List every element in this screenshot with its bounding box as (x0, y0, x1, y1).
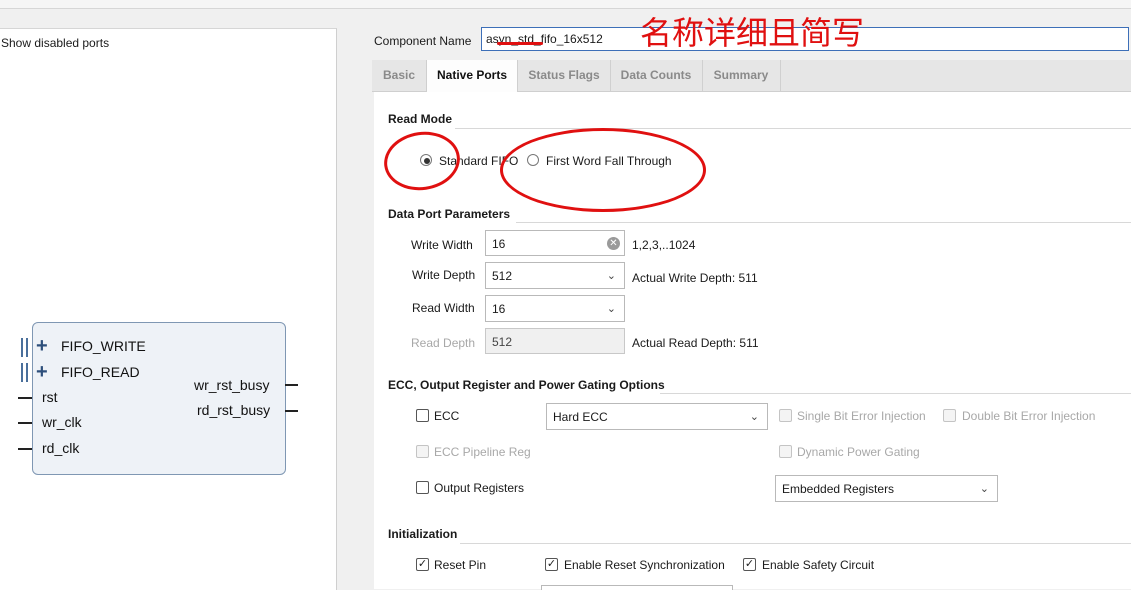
ecc-section-title: ECC, Output Register and Power Gating Op… (388, 378, 665, 392)
reset-sync-label[interactable]: Enable Reset Synchronization (564, 558, 725, 572)
write-width-label: Write Width (411, 238, 473, 252)
chevron-down-icon: ⌄ (749, 411, 759, 423)
write-depth-value: 512 (492, 269, 513, 283)
pin-line (18, 397, 32, 399)
divider (455, 128, 1131, 129)
tab-native-ports[interactable]: Native Ports (426, 60, 518, 92)
read-width-select[interactable]: 16 ⌄ (485, 295, 625, 322)
write-width-hint: 1,2,3,..1024 (632, 238, 696, 252)
double-bit-checkbox (943, 409, 956, 422)
safety-circuit-checkbox[interactable]: ✓ (743, 558, 756, 571)
read-mode-title: Read Mode (388, 112, 453, 126)
read-depth-input: 512 (485, 328, 625, 354)
chevron-down-icon: ⌄ (606, 303, 616, 315)
dynamic-power-label: Dynamic Power Gating (797, 445, 920, 459)
initialization-title: Initialization (388, 527, 458, 541)
bus-bar (26, 363, 28, 382)
tab-summary[interactable]: Summary (702, 60, 781, 91)
write-depth-label: Write Depth (412, 268, 476, 282)
read-depth-hint: Actual Read Depth: 511 (632, 336, 759, 350)
port-wr-rst-busy: wr_rst_busy (194, 377, 270, 393)
divider (460, 543, 1131, 544)
output-registers-checkbox[interactable] (416, 481, 429, 494)
pin-line (18, 448, 32, 450)
ecc-label[interactable]: ECC (434, 409, 459, 423)
port-rd-rst-busy: rd_rst_busy (197, 402, 271, 418)
double-bit-label: Double Bit Error Injection (962, 409, 1096, 423)
clear-icon[interactable]: ✕ (607, 237, 620, 250)
data-port-title: Data Port Parameters (388, 207, 511, 221)
top-strip (0, 0, 1131, 9)
port-fifo-read: FIFO_READ (61, 364, 140, 380)
port-rd-clk: rd_clk (42, 440, 80, 456)
pin-line (285, 384, 298, 386)
ecc-checkbox[interactable] (416, 409, 429, 422)
next-field-edge (541, 585, 733, 590)
write-width-input[interactable]: 16 ✕ (485, 230, 625, 256)
dynamic-power-checkbox (779, 445, 792, 458)
read-width-label: Read Width (412, 301, 475, 315)
reset-pin-checkbox[interactable]: ✓ (416, 558, 429, 571)
read-depth-label: Read Depth (411, 336, 476, 350)
pin-line (285, 410, 298, 412)
ecc-type-select[interactable]: Hard ECC ⌄ (546, 403, 768, 430)
chevron-down-icon: ⌄ (606, 270, 616, 282)
port-wr-clk: wr_clk (42, 414, 82, 430)
annotation-underline (497, 42, 543, 45)
port-fifo-write: FIFO_WRITE (61, 338, 146, 354)
ecc-pipeline-checkbox (416, 445, 429, 458)
expand-plus-icon[interactable]: + (36, 362, 48, 382)
read-width-value: 16 (492, 302, 506, 316)
output-register-type-value: Embedded Registers (782, 482, 895, 496)
write-width-value: 16 (492, 237, 506, 251)
component-name-label: Component Name (374, 34, 472, 48)
tab-data-counts[interactable]: Data Counts (610, 60, 703, 91)
symbol-panel (0, 28, 337, 590)
read-depth-value: 512 (492, 335, 513, 349)
annotation-circle (500, 128, 706, 212)
output-register-type-select[interactable]: Embedded Registers ⌄ (775, 475, 998, 502)
divider (660, 393, 1131, 394)
reset-pin-label[interactable]: Reset Pin (434, 558, 486, 572)
annotation-text: 名称详细且简写 (640, 14, 865, 52)
write-depth-select[interactable]: 512 ⌄ (485, 262, 625, 289)
reset-sync-checkbox[interactable]: ✓ (545, 558, 558, 571)
pin-line (18, 422, 32, 424)
tab-basic[interactable]: Basic (372, 60, 427, 91)
single-bit-checkbox (779, 409, 792, 422)
show-disabled-ports-checkbox-label[interactable]: Show disabled ports (1, 36, 109, 50)
bus-bar (26, 338, 28, 357)
output-registers-label[interactable]: Output Registers (434, 481, 524, 495)
bus-bar (21, 363, 23, 382)
port-rst: rst (42, 389, 58, 405)
divider (516, 222, 1131, 223)
bus-bar (21, 338, 23, 357)
ecc-pipeline-label: ECC Pipeline Reg (434, 445, 531, 459)
chevron-down-icon: ⌄ (979, 483, 989, 495)
tab-status-flags[interactable]: Status Flags (518, 60, 611, 91)
expand-plus-icon[interactable]: + (36, 336, 48, 356)
ecc-type-value: Hard ECC (553, 410, 608, 424)
tab-bar: Basic Native Ports Status Flags Data Cou… (372, 60, 1131, 92)
safety-circuit-label[interactable]: Enable Safety Circuit (762, 558, 874, 572)
write-depth-hint: Actual Write Depth: 511 (632, 271, 758, 285)
single-bit-label: Single Bit Error Injection (797, 409, 926, 423)
